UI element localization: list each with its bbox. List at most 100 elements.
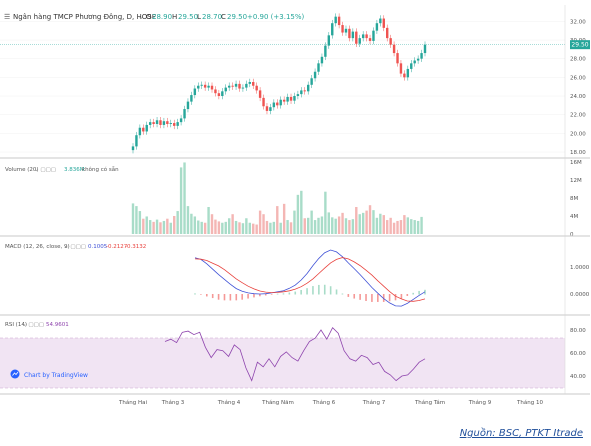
volume-bar <box>272 221 276 234</box>
price-tick-label: 22.00 <box>570 113 586 119</box>
macd-settings-icon[interactable]: ⌄ ▢▢▢ <box>64 244 86 250</box>
volume-bar <box>396 220 399 234</box>
volume-bar <box>152 221 155 234</box>
macd-histogram-bar <box>329 286 332 295</box>
time-tick-label: Tháng Tám <box>414 399 445 406</box>
volume-settings-icon[interactable]: ⌄ ▢▢▢ <box>34 167 56 173</box>
rsi-settings-icon[interactable]: ⌄ ▢▢▢ <box>22 322 44 328</box>
low-value: 28.70 <box>202 13 222 21</box>
volume-bar <box>159 222 162 234</box>
chevron-down-icon[interactable]: ⌄ <box>138 13 144 21</box>
rsi-pane: 80.0060.0040.00 RSI (14) ⌄ ▢▢▢ 54.9601 C… <box>0 322 590 395</box>
price-tick-label: 26.00 <box>570 75 586 81</box>
volume-bar <box>203 222 207 234</box>
volume-bar <box>221 222 224 234</box>
histogram-value: -0.3132 <box>125 244 146 250</box>
macd-histogram-bar <box>282 293 285 295</box>
macd-histogram-bar <box>264 294 267 296</box>
volume-bar <box>399 220 403 234</box>
volume-bar <box>293 210 296 234</box>
macd-histogram-bar <box>388 294 391 302</box>
rsi-value: 54.9601 <box>46 322 69 328</box>
volume-bar <box>231 214 234 234</box>
volume-bar <box>410 219 413 234</box>
volume-bar <box>197 220 200 234</box>
last-price-label: 29.50 <box>571 42 588 49</box>
macd-histogram-bar <box>270 294 273 295</box>
volume-tick-label: 16M <box>570 160 582 166</box>
macd-histogram-bar <box>347 294 350 297</box>
macd-histogram-bar <box>247 294 249 299</box>
volume-bar <box>265 220 269 234</box>
price-header: ☰ Ngân hàng TMCP Phương Đông, D, HOSE ⌄ … <box>4 13 305 21</box>
rsi-tick-label: 40.00 <box>570 374 586 380</box>
volume-bar <box>262 214 265 234</box>
time-tick-label: Tháng Hai <box>118 399 147 406</box>
macd-histogram-bar <box>418 290 420 295</box>
volume-bar <box>245 218 248 234</box>
volume-bar <box>372 210 375 234</box>
volume-tick-label: 4M <box>570 214 578 220</box>
time-tick-label: Tháng 7 <box>362 399 386 406</box>
rsi-tick-label: 60.00 <box>570 351 586 357</box>
macd-histogram-bar <box>341 293 344 295</box>
macd-tick-label: 1.0000 <box>570 265 590 271</box>
volume-bar <box>241 223 245 234</box>
rsi-band <box>0 338 565 388</box>
volume-bar <box>238 222 241 234</box>
macd-line <box>194 249 426 307</box>
signal-line <box>194 257 426 302</box>
volume-bar <box>327 212 331 234</box>
time-tick-label: Tháng 3 <box>161 399 185 406</box>
menu-icon[interactable]: ☰ <box>4 13 10 21</box>
time-tick-label: Tháng 4 <box>217 399 241 406</box>
volume-bar <box>207 207 210 234</box>
volume-bar <box>310 210 313 234</box>
volume-bar <box>200 221 203 234</box>
volume-bar <box>320 216 324 234</box>
macd-histogram-bar <box>377 294 379 302</box>
low-label: L <box>197 13 201 21</box>
volume-pane: 04M8M12M16M Volume (20) ⌄ ▢▢▢ 3.836M khô… <box>0 160 590 238</box>
close-value: 29.50 <box>227 13 247 21</box>
macd-tick-label: 0.0000 <box>570 292 590 298</box>
volume-bar <box>413 220 416 234</box>
price-tick-label: 32.00 <box>570 19 586 25</box>
stock-chart: 18.0020.0022.0024.0026.0028.0030.0032.00… <box>0 5 590 406</box>
high-label: H <box>172 13 177 21</box>
time-tick-label: Tháng 6 <box>312 399 336 406</box>
macd-histogram-bar <box>223 294 226 301</box>
volume-bar <box>173 216 176 234</box>
volume-bar <box>300 190 303 234</box>
volume-bar <box>386 220 389 234</box>
volume-bar <box>183 162 186 234</box>
volume-bar <box>341 212 344 234</box>
volume-bar <box>217 221 221 234</box>
volume-bar <box>392 222 396 234</box>
watermark-text: Chart by TradingView <box>24 372 88 379</box>
change-value: +0.90 (+3.15%) <box>247 13 305 21</box>
volume-bar <box>355 207 358 234</box>
volume-bar <box>375 217 379 234</box>
price-tick-label: 18.00 <box>570 150 586 156</box>
volume-bar <box>193 216 197 234</box>
volume-bar <box>252 223 255 234</box>
macd-histogram-bar <box>394 294 397 301</box>
volume-bar <box>145 216 148 234</box>
volume-bar <box>379 213 382 234</box>
volume-bar <box>142 218 145 234</box>
macd-histogram-bar <box>294 291 297 295</box>
macd-histogram-bar <box>194 293 196 295</box>
rsi-tick-label: 80.00 <box>570 328 586 334</box>
volume-bar <box>337 216 341 234</box>
volume-bar <box>331 217 334 234</box>
volume-bar <box>279 222 282 234</box>
volume-tick-label: 0 <box>570 232 574 238</box>
volume-bar <box>248 222 252 234</box>
volume-bar <box>403 215 406 234</box>
volume-bar <box>358 214 361 234</box>
source-note[interactable]: Nguồn: BSC, PTKT Itrade <box>460 428 583 439</box>
volume-bar <box>416 220 420 234</box>
macd-histogram-bar <box>229 294 232 301</box>
macd-histogram-bar <box>312 286 314 295</box>
